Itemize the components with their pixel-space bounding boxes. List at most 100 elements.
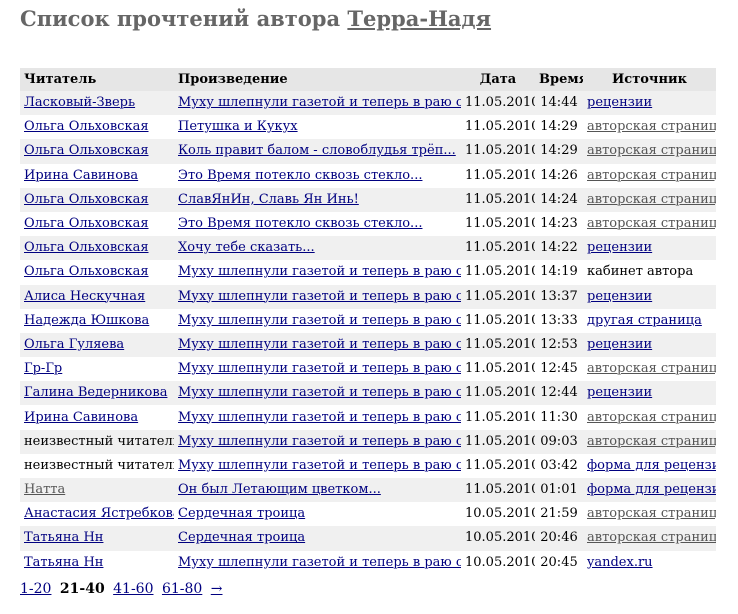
reader-cell: Ольга Ольховская: [20, 115, 174, 140]
source-link[interactable]: рецензии: [587, 385, 652, 400]
work-link[interactable]: Муху шлепнули газетой и теперь в раю она…: [178, 264, 461, 279]
reader-link[interactable]: Ольга Ольховская: [24, 264, 149, 279]
reader-link[interactable]: Ольга Ольховская: [24, 216, 149, 231]
table-row: неизвестный читатель 2 Муху шлепнули газе…: [20, 453, 716, 478]
reader-cell: Анастасия Ястребкова: [20, 502, 174, 527]
page-title-prefix: Список прочтений автора: [20, 6, 341, 31]
work-link[interactable]: Муху шлепнули газетой и теперь в раю она…: [178, 337, 461, 352]
work-link[interactable]: Он был Летающим цветком...: [178, 482, 381, 497]
source-link[interactable]: авторская страница: [587, 410, 716, 425]
source-link[interactable]: авторская страница: [587, 119, 716, 134]
source-link[interactable]: авторская страница: [587, 168, 716, 183]
reader-link[interactable]: Ольга Ольховская: [24, 143, 149, 158]
work-link[interactable]: Муху шлепнули газетой и теперь в раю она…: [178, 361, 461, 376]
pager-next-arrow[interactable]: →: [211, 581, 223, 597]
page-title: Список прочтений автора Терра-Надя: [20, 6, 738, 32]
work-link[interactable]: Петушка и Кукух: [178, 119, 298, 134]
pager-link[interactable]: 1-20: [20, 581, 51, 597]
pager-link[interactable]: 41-60: [113, 581, 153, 597]
table-row: Галина Ведерникова Муху шлепнули газетой …: [20, 381, 716, 406]
work-link[interactable]: Коль правит балом - словоблудья трёп...: [178, 143, 456, 158]
source-link[interactable]: форма для рецензии: [587, 458, 716, 473]
source-cell: авторская страница: [583, 405, 716, 430]
source-link[interactable]: авторская страница: [587, 216, 716, 231]
source-link[interactable]: yandex.ru: [587, 555, 653, 570]
source-cell: рецензии: [583, 236, 716, 261]
work-link[interactable]: Муху шлепнули газетой и теперь в раю она…: [178, 410, 461, 425]
source-link[interactable]: форма для рецензии: [587, 482, 716, 497]
header-time: Время: [535, 68, 583, 91]
time-cell: 14:22: [535, 236, 583, 261]
work-cell: Муху шлепнули газетой и теперь в раю она…: [174, 550, 461, 575]
reader-cell: неизвестный читатель 2: [20, 453, 174, 478]
reader-link[interactable]: Татьяна Нн: [24, 555, 103, 570]
table-row: Ирина Савинова Это Время потекло сквозь с…: [20, 163, 716, 188]
work-link[interactable]: Муху шлепнули газетой и теперь в раю она…: [178, 555, 461, 570]
reader-link[interactable]: Гр-Гр: [24, 361, 62, 376]
date-cell: 11.05.2010: [461, 211, 535, 237]
reader-cell: Ирина Савинова: [20, 163, 174, 188]
work-link[interactable]: Это Время потекло сквозь стекло...: [178, 216, 422, 231]
date-cell: 11.05.2010: [461, 284, 535, 309]
work-link[interactable]: Хочу тебе сказать...: [178, 240, 315, 255]
reader-link[interactable]: Натта: [24, 482, 65, 497]
table-row: Ольга Ольховская СлавЯнИн, Славь Ян Инь! 1…: [20, 187, 716, 212]
work-link[interactable]: Муху шлепнули газетой и теперь в раю она…: [178, 385, 461, 400]
reader-link[interactable]: Ирина Савинова: [24, 410, 138, 425]
work-link[interactable]: Муху шлепнули газетой и теперь в раю она…: [178, 458, 461, 473]
pager-current-page: 21-40: [59, 580, 105, 597]
reader-link[interactable]: Татьяна Нн: [24, 530, 103, 545]
time-cell: 14:26: [535, 163, 583, 188]
time-cell: 13:33: [535, 308, 583, 333]
date-cell: 11.05.2010: [461, 405, 535, 430]
source-link[interactable]: другая страница: [587, 313, 702, 328]
source-link[interactable]: рецензии: [587, 240, 652, 255]
date-cell: 11.05.2010: [461, 308, 535, 333]
work-link[interactable]: СлавЯнИн, Славь Ян Инь!: [178, 192, 359, 207]
work-link[interactable]: Сердечная троица: [178, 506, 305, 521]
reader-cell: Натта: [20, 478, 174, 503]
reader-link[interactable]: Ольга Ольховская: [24, 240, 149, 255]
work-link[interactable]: Муху шлепнули газетой и теперь в раю она…: [178, 434, 461, 449]
reader-link[interactable]: Надежда Юшкова: [24, 313, 149, 328]
work-cell: Муху шлепнули газетой и теперь в раю она…: [174, 429, 461, 454]
source-link[interactable]: авторская страница: [587, 192, 716, 207]
reader-link[interactable]: Ласковый-Зверь: [24, 95, 135, 110]
work-link[interactable]: Муху шлепнули газетой и теперь в раю она…: [178, 289, 461, 304]
work-cell: Муху шлепнули газетой и теперь в раю она…: [174, 308, 461, 333]
source-link[interactable]: рецензии: [587, 337, 652, 352]
reader-cell: Галина Ведерникова: [20, 381, 174, 406]
pager-link[interactable]: 61-80: [162, 581, 202, 597]
reader-link[interactable]: Ольга Ольховская: [24, 192, 149, 207]
reader-link[interactable]: Ирина Савинова: [24, 168, 138, 183]
source-link[interactable]: рецензии: [587, 289, 652, 304]
time-cell: 14:29: [535, 139, 583, 164]
page: Список прочтений автора Терра-Надя Читат…: [0, 0, 738, 597]
work-cell: Муху шлепнули газетой и теперь в раю она…: [174, 405, 461, 430]
work-link[interactable]: Это Время потекло сквозь стекло...: [178, 168, 422, 183]
reader-link[interactable]: Ольга Ольховская: [24, 119, 149, 134]
source-link[interactable]: авторская страница: [587, 361, 716, 376]
reader-link[interactable]: Анастасия Ястребкова: [24, 506, 174, 521]
reader-link[interactable]: Ольга Гуляева: [24, 337, 124, 352]
table-row: Татьяна Нн Сердечная троица 10.05.2010 20:4…: [20, 526, 716, 551]
author-link[interactable]: Терра-Надя: [347, 6, 491, 31]
source-cell: другая страница: [583, 308, 716, 333]
source-link[interactable]: авторская страница: [587, 434, 716, 449]
source-link[interactable]: авторская страница: [587, 530, 716, 545]
source-link[interactable]: авторская страница: [587, 506, 716, 521]
work-link[interactable]: Сердечная троица: [178, 530, 305, 545]
date-cell: 11.05.2010: [461, 187, 535, 212]
source-link[interactable]: рецензии: [587, 95, 652, 110]
source-link[interactable]: авторская страница: [587, 143, 716, 158]
reader-link[interactable]: Алиса Нескучная: [24, 289, 145, 304]
work-link[interactable]: Муху шлепнули газетой и теперь в раю она…: [178, 95, 461, 110]
work-link[interactable]: Муху шлепнули газетой и теперь в раю она…: [178, 313, 461, 328]
work-cell: Муху шлепнули газетой и теперь в раю она…: [174, 91, 461, 116]
work-cell: Муху шлепнули газетой и теперь в раю она…: [174, 260, 461, 285]
work-cell: Коль правит балом - словоблудья трёп...: [174, 139, 461, 164]
date-cell: 11.05.2010: [461, 236, 535, 261]
source-cell: рецензии: [583, 91, 716, 116]
source-cell: рецензии: [583, 332, 716, 358]
reader-link[interactable]: Галина Ведерникова: [24, 385, 167, 400]
